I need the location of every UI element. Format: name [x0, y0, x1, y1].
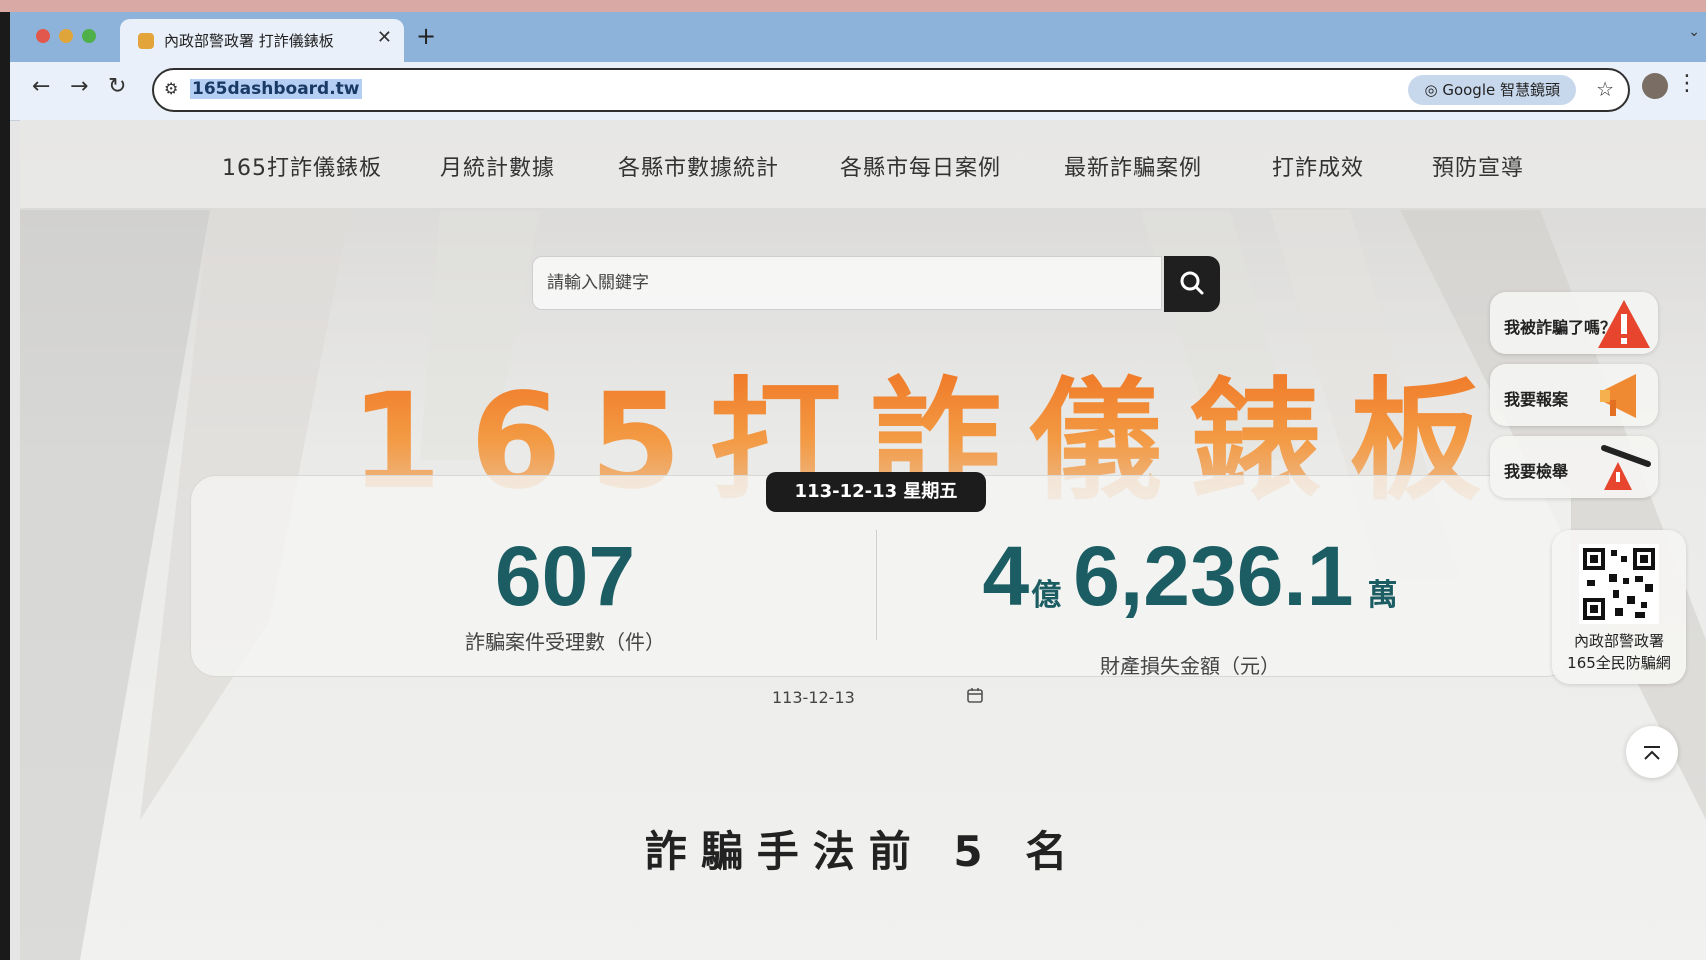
- search-icon: [1180, 271, 1204, 295]
- date-picker-value[interactable]: 113-12-13: [772, 688, 855, 707]
- maximize-window-button[interactable]: [82, 29, 96, 43]
- minimize-window-button[interactable]: [59, 29, 73, 43]
- stats-divider: [876, 530, 877, 640]
- back-to-top-button[interactable]: [1626, 726, 1678, 778]
- megaphone-icon: [1600, 374, 1636, 418]
- loss-amount: 4億 6,236.1 萬: [980, 530, 1400, 646]
- cases-value: 607: [494, 529, 636, 623]
- address-bar[interactable]: ⚙ 165dashboard.tw ◎ Google 智慧鏡頭 ☆: [152, 68, 1630, 112]
- browser-toolbar: ← → ↻ ⚙ 165dashboard.tw ◎ Google 智慧鏡頭 ☆ …: [10, 62, 1706, 121]
- loss-label: 財產損失金額（元）: [1100, 654, 1280, 678]
- cases-label: 詐騙案件受理數（件）: [465, 630, 665, 654]
- loss-wan-unit: 萬: [1367, 579, 1398, 612]
- tab-strip: 內政部警政署 打詐儀錶板 ✕ + ⌄: [10, 12, 1706, 62]
- active-tab[interactable]: 內政部警政署 打詐儀錶板 ✕: [120, 19, 404, 62]
- lens-icon: ◎: [1424, 81, 1443, 99]
- close-window-button[interactable]: [36, 29, 50, 43]
- url-text[interactable]: 165dashboard.tw: [190, 79, 362, 99]
- qr-card[interactable]: 內政部警政署 165全民防騙網: [1552, 530, 1686, 684]
- tab-title: 內政部警政署 打詐儀錶板: [164, 32, 334, 50]
- os-menubar: [0, 0, 1706, 12]
- chevron-up-icon: [1644, 746, 1660, 760]
- back-icon[interactable]: ←: [32, 74, 50, 99]
- warning-icon: [1598, 300, 1650, 348]
- report-case-label: 我要報案: [1504, 390, 1569, 409]
- cases-stat: 607 詐騙案件受理數（件）: [410, 530, 720, 655]
- site-info-icon[interactable]: ⚙: [164, 79, 178, 98]
- calendar-icon[interactable]: [966, 686, 984, 704]
- favicon-icon: [138, 33, 154, 49]
- section-heading: 詐騙手法前 5 名: [644, 827, 1082, 876]
- more-menu-icon[interactable]: ⋮: [1676, 71, 1698, 96]
- new-tab-button[interactable]: +: [416, 22, 436, 50]
- whistleblow-button[interactable]: 我要檢舉: [1490, 436, 1658, 498]
- loss-wan-value: 6,236.1: [1073, 529, 1354, 623]
- qr-caption-line2: 165全民防騙網: [1567, 654, 1671, 672]
- loss-yi-unit: 億: [1031, 579, 1062, 612]
- tab-search-icon[interactable]: ⌄: [1688, 24, 1700, 40]
- loss-stat: 4億 6,236.1 萬 財產損失金額（元）: [980, 530, 1400, 679]
- search-bar: [532, 256, 1220, 312]
- alarm-icon: [1601, 445, 1651, 490]
- qr-code-image: [1579, 544, 1659, 624]
- nav-item-monthly-stats[interactable]: 月統計數據: [440, 150, 555, 182]
- nav-item-dashboard[interactable]: 165打詐儀錶板: [222, 150, 382, 182]
- forward-icon[interactable]: →: [70, 74, 88, 99]
- date-badge: 113-12-13 星期五: [766, 472, 986, 512]
- nav-item-results[interactable]: 打詐成效: [1272, 150, 1364, 182]
- nav-item-latest-cases[interactable]: 最新詐騙案例: [1064, 150, 1202, 182]
- web-page: 165打詐儀錶板 月統計數據 各縣市數據統計 各縣市每日案例 最新詐騙案例 打詐…: [20, 120, 1706, 960]
- reload-icon[interactable]: ↻: [108, 74, 126, 99]
- site-nav: 165打詐儀錶板 月統計數據 各縣市數據統計 各縣市每日案例 最新詐騙案例 打詐…: [20, 120, 1706, 208]
- lens-button[interactable]: ◎ Google 智慧鏡頭: [1408, 75, 1576, 105]
- am-i-scammed-button[interactable]: 我被詐騙了嗎？: [1490, 292, 1658, 354]
- qr-caption: 內政部警政署 165全民防騙網: [1552, 630, 1686, 674]
- lens-label: Google 智慧鏡頭: [1442, 81, 1560, 99]
- search-input[interactable]: [532, 256, 1162, 310]
- qr-caption-line1: 內政部警政署: [1573, 632, 1664, 650]
- profile-avatar[interactable]: [1642, 73, 1668, 99]
- nav-item-county-stats[interactable]: 各縣市數據統計: [618, 150, 779, 182]
- search-button[interactable]: [1164, 256, 1220, 312]
- whistleblow-label: 我要檢舉: [1504, 462, 1569, 481]
- bookmark-star-icon[interactable]: ☆: [1596, 77, 1614, 101]
- tab-close-icon[interactable]: ✕: [377, 27, 392, 48]
- browser-window: 內政部警政署 打詐儀錶板 ✕ + ⌄ ← → ↻ ⚙ 165dashboard.…: [10, 12, 1706, 960]
- nav-item-prevention[interactable]: 預防宣導: [1432, 150, 1524, 182]
- nav-item-county-daily-cases[interactable]: 各縣市每日案例: [840, 150, 1001, 182]
- loss-yi-value: 4: [982, 529, 1030, 623]
- report-case-button[interactable]: 我要報案: [1490, 364, 1658, 426]
